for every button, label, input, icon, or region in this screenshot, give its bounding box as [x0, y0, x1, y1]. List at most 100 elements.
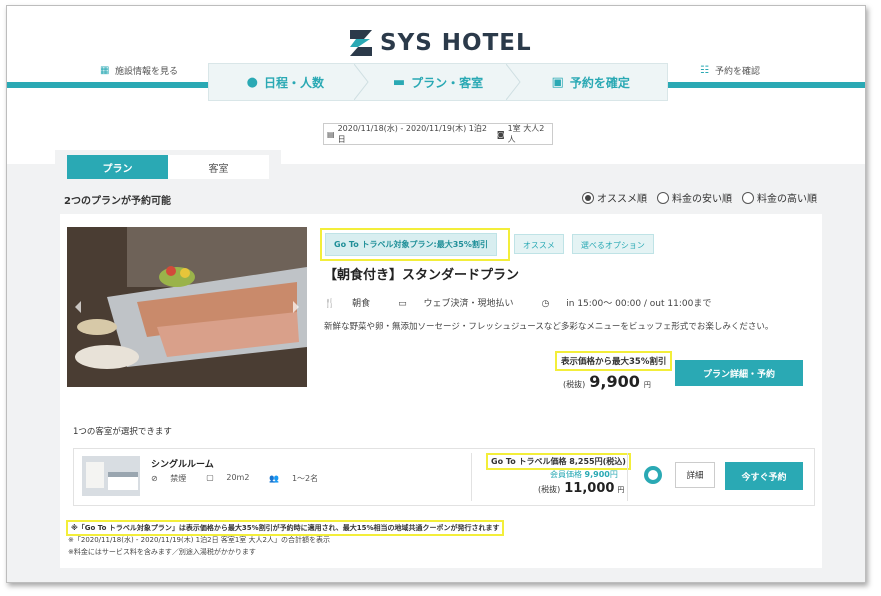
- room-name[interactable]: シングルルーム: [151, 457, 214, 470]
- goto-badge: Go To トラベル対象プラン:最大35%割引: [325, 233, 497, 256]
- step-date-guests[interactable]: ● 日程・人数: [209, 64, 369, 100]
- room-detail-button[interactable]: 詳細: [675, 462, 715, 488]
- recommended-badge: オススメ: [513, 234, 564, 254]
- buffet-image: [67, 227, 307, 387]
- brand-name: SYS HOTEL: [380, 30, 532, 56]
- chevron-right-icon: [353, 64, 369, 100]
- confirm-reservation-label: 予約を確認: [715, 67, 761, 77]
- tax-label: (税抜): [538, 485, 561, 494]
- plan-description: 新鮮な野菜や卵・無添加ソーセージ・フレッシュジュースなど多彩なメニューをビュッフ…: [324, 322, 774, 332]
- sort-label: 料金の安い順: [672, 194, 732, 205]
- plan-badges: Go To トラベル対象プラン:最大35%割引 オススメ 選べるオプション: [320, 228, 662, 261]
- plan-title[interactable]: 【朝食付き】スタンダードプラン: [324, 264, 519, 283]
- capacity-info: 👥 1〜2名: [269, 473, 328, 484]
- discount-note: 表示価格から最大35%割引: [554, 351, 673, 371]
- divider: [471, 453, 472, 501]
- divider: [627, 453, 628, 501]
- smoking-label: 禁煙: [170, 474, 187, 483]
- meal-info: 🍴 朝食: [324, 296, 384, 309]
- book-now-button[interactable]: 今すぐ予約: [725, 462, 803, 490]
- tax-note: ※料金にはサービス料を含みます／別途入湯税がかかります: [68, 548, 256, 556]
- calendar-icon: ▤: [327, 129, 335, 139]
- options-badge: 選べるオプション: [571, 234, 654, 254]
- step-label: 予約を確定: [569, 75, 630, 90]
- area-icon: ▢: [206, 473, 214, 482]
- member-label: 会員価格: [550, 470, 582, 479]
- meal-label: 朝食: [352, 299, 371, 309]
- sort-options: オススメ順 料金の安い順 料金の高い順: [582, 190, 827, 205]
- yen-label: 円: [617, 486, 625, 494]
- plan-price: (税抜) 9,900 円: [563, 372, 651, 391]
- payment-label: ウェブ決済・現地払い: [423, 299, 514, 309]
- tab-room[interactable]: 客室: [168, 155, 269, 179]
- room-row: シングルルーム ⊘ 禁煙 ▢ 20m2 👥 1〜2名 Go To トラベル価格 …: [73, 448, 815, 506]
- checkin-label: in 15:00～ 00:00 / out 11:00まで: [566, 299, 712, 309]
- availability-count: 2つのプランが予約可能: [64, 196, 171, 207]
- fork-knife-icon: 🍴: [324, 299, 336, 309]
- view-tabs: プラン 客室: [55, 150, 281, 184]
- step-plan-room[interactable]: ▬ プラン・客室: [362, 64, 521, 100]
- goto-highlight: Go To トラベル対象プラン:最大35%割引: [320, 228, 510, 261]
- room-meta: ⊘ 禁煙 ▢ 20m2 👥 1〜2名: [151, 473, 338, 484]
- room-image: [82, 456, 140, 496]
- checkin-info: ◷ in 15:00～ 00:00 / out 11:00まで: [542, 296, 726, 309]
- bed-icon: ▬: [392, 74, 406, 90]
- member-price: 会員価格 9,900円: [550, 469, 618, 480]
- plan-photo[interactable]: [67, 227, 307, 387]
- yen-label: 円: [643, 381, 651, 389]
- hotel-logo[interactable]: SYS HOTEL: [350, 28, 532, 58]
- price-value: 11,000: [564, 481, 615, 496]
- booking-steps: ● 日程・人数 ▬ プラン・客室 ▣ 予約を確定: [208, 63, 668, 101]
- smoking-info: ⊘ 禁煙: [151, 473, 196, 484]
- sort-price-high[interactable]: 料金の高い順: [742, 190, 817, 205]
- sort-price-low[interactable]: 料金の安い順: [657, 190, 732, 205]
- payment-info: ▭ ウェブ決済・現地払い: [398, 296, 527, 309]
- member-price-value: 9,900: [584, 470, 610, 479]
- tax-label: (税抜): [563, 380, 586, 389]
- size-info: ▢ 20m2: [206, 473, 259, 484]
- search-summary[interactable]: ▤ 2020/11/18(水) - 2020/11/19(木) 1泊2日 ◙ 1…: [323, 123, 553, 145]
- radio-selected-icon: [582, 191, 594, 204]
- browser-frame: SYS HOTEL ▦ 施設情報を見る ☷ 予約を確認 ● 日程・人数 ▬ プラ…: [6, 5, 866, 583]
- step-label: プラン・客室: [411, 75, 484, 90]
- room-photo[interactable]: [82, 456, 140, 496]
- list-icon: ☷: [700, 65, 709, 76]
- capacity-label: 1〜2名: [291, 474, 319, 483]
- building-icon: ▦: [100, 65, 110, 76]
- step-confirm[interactable]: ▣ 予約を確定: [514, 64, 667, 100]
- room-price: (税抜) 11,000 円: [538, 481, 624, 496]
- logo-mark-icon: [350, 30, 372, 56]
- facility-info-link[interactable]: ▦ 施設情報を見る: [100, 64, 178, 77]
- radio-icon: [742, 191, 754, 204]
- total-note: ※「2020/11/18(水) - 2020/11/19(木) 1泊2日 客室1…: [68, 536, 330, 544]
- size-label: 20m2: [226, 473, 250, 482]
- price-value: 9,900: [589, 372, 640, 391]
- briefcase-icon: ▣: [551, 74, 564, 90]
- plan-meta: 🍴 朝食 ▭ ウェブ決済・現地払い ◷ in 15:00～ 00:00 / ou…: [324, 296, 739, 309]
- goto-note: ※「Go To トラベル対象プラン」は表示価格から最大35%割引が予約時に適用さ…: [65, 520, 505, 536]
- plan-detail-button[interactable]: プラン詳細・予約: [675, 360, 803, 386]
- rooms-available: 1つの客室が選択できます: [73, 427, 172, 437]
- person-icon: ◙: [496, 129, 505, 139]
- sort-label: オススメ順: [597, 194, 647, 205]
- clock-icon: ◷: [541, 299, 550, 309]
- user-icon: ●: [246, 74, 258, 90]
- plan-card: Go To トラベル対象プラン:最大35%割引 オススメ 選べるオプション 【朝…: [60, 214, 822, 568]
- notes: ※「Go To トラベル対象プラン」は表示価格から最大35%割引が予約時に適用さ…: [65, 520, 505, 558]
- no-smoking-icon: ⊘: [151, 474, 158, 483]
- sort-recommended[interactable]: オススメ順: [582, 190, 647, 205]
- people-icon: 👥: [269, 474, 280, 483]
- card-icon: ▭: [398, 299, 407, 309]
- search-dates: 2020/11/18(水) - 2020/11/19(木) 1泊2日: [337, 124, 487, 144]
- sort-label: 料金の高い順: [757, 194, 817, 205]
- chevron-right-icon: [506, 64, 521, 100]
- yen-label: 円: [609, 470, 618, 479]
- goto-price: Go To トラベル価格 8,255円(税込): [486, 453, 631, 470]
- step-label: 日程・人数: [264, 75, 325, 90]
- tab-plan[interactable]: プラン: [67, 155, 168, 179]
- room-select-radio[interactable]: [644, 466, 662, 484]
- search-guests: 1室 大人2人: [507, 124, 545, 144]
- facility-info-label: 施設情報を見る: [115, 67, 179, 77]
- radio-icon: [657, 191, 669, 204]
- confirm-reservation-link[interactable]: ☷ 予約を確認: [700, 64, 760, 77]
